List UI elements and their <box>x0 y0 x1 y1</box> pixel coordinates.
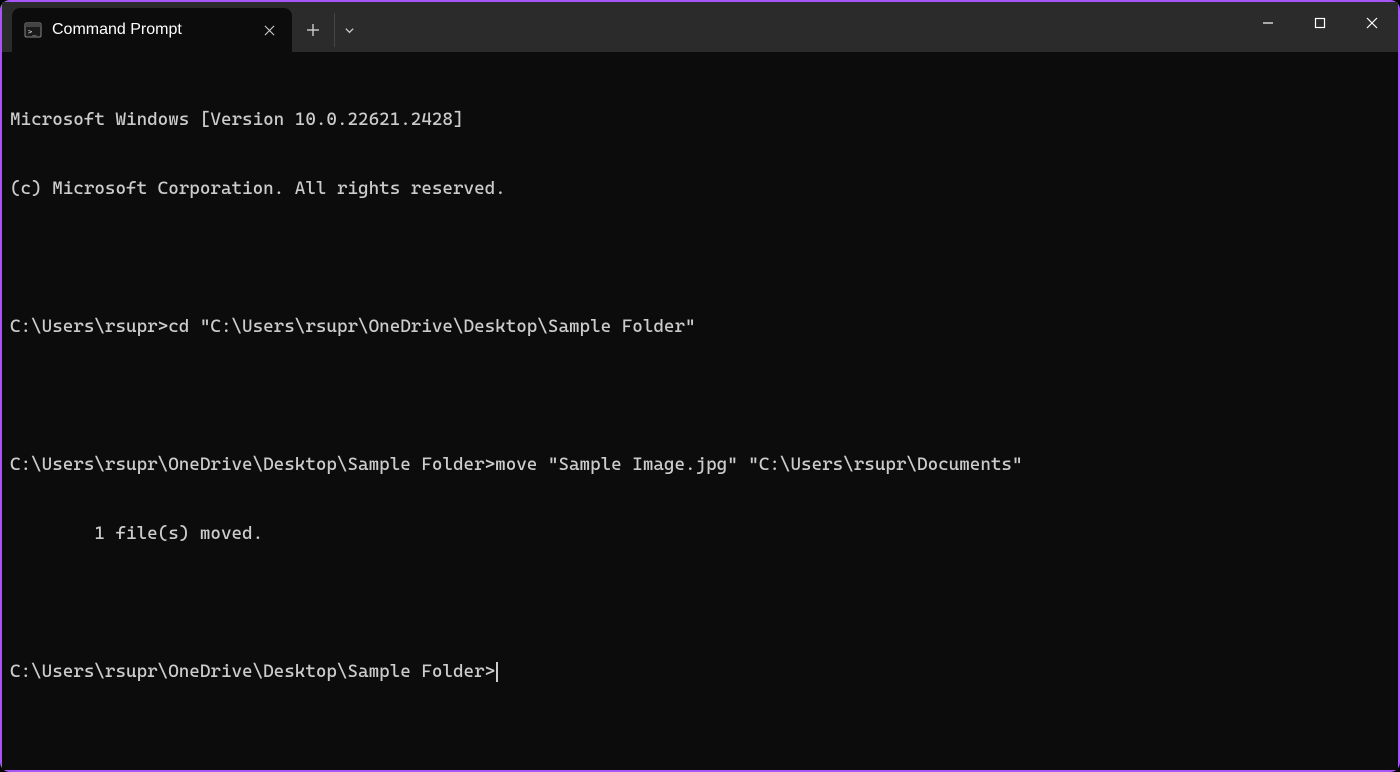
command-prompt-icon: >_ <box>24 21 42 39</box>
terminal-prompt-line: C:\Users\rsupr\OneDrive\Desktop\Sample F… <box>10 660 1390 683</box>
close-button[interactable] <box>1346 2 1398 44</box>
terminal-line <box>10 591 1390 614</box>
titlebar: >_ Command Prompt <box>2 2 1398 52</box>
terminal-line <box>10 384 1390 407</box>
terminal-line: Microsoft Windows [Version 10.0.22621.24… <box>10 108 1390 131</box>
terminal-line <box>10 246 1390 269</box>
titlebar-drag-region[interactable] <box>364 2 1242 52</box>
terminal-output[interactable]: Microsoft Windows [Version 10.0.22621.24… <box>2 52 1398 770</box>
terminal-prompt: C:\Users\rsupr\OneDrive\Desktop\Sample F… <box>10 661 495 682</box>
window-controls <box>1242 2 1398 52</box>
terminal-line: C:\Users\rsupr\OneDrive\Desktop\Sample F… <box>10 453 1390 476</box>
svg-text:>_: >_ <box>28 28 37 36</box>
new-tab-button[interactable] <box>296 13 330 47</box>
terminal-line: C:\Users\rsupr>cd "C:\Users\rsupr\OneDri… <box>10 315 1390 338</box>
tab-actions <box>296 8 364 52</box>
tab-close-button[interactable] <box>258 19 280 41</box>
tab-command-prompt[interactable]: >_ Command Prompt <box>12 8 292 52</box>
minimize-button[interactable] <box>1242 2 1294 44</box>
terminal-line: (c) Microsoft Corporation. All rights re… <box>10 177 1390 200</box>
terminal-line: 1 file(s) moved. <box>10 522 1390 545</box>
maximize-button[interactable] <box>1294 2 1346 44</box>
tab-dropdown-button[interactable] <box>334 13 364 47</box>
cursor-icon <box>496 662 498 682</box>
tab-title: Command Prompt <box>52 21 248 39</box>
